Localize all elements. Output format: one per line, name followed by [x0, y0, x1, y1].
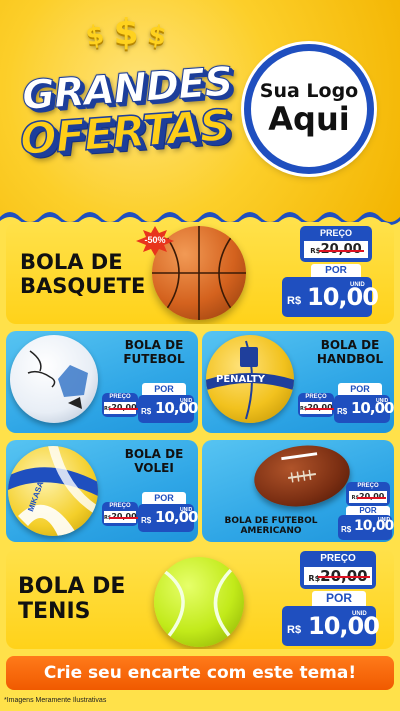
old-price: R$20,00: [304, 567, 372, 585]
product-name-line2: BASQUETE: [20, 274, 146, 299]
por-label: POR: [312, 591, 366, 606]
product-card-american-football[interactable]: PREÇO R$20,00 BOLA DE FUTEBOL AMERICANO …: [202, 440, 394, 542]
currency: R$: [141, 407, 152, 416]
logo-placeholder[interactable]: Sua Logo Aqui: [244, 44, 374, 174]
old-price-box: PREÇO R$20,00: [346, 482, 390, 506]
preco-label: PREÇO: [319, 228, 352, 238]
dollar-signs: $ $ $: [83, 12, 169, 53]
product-name-line2: VOLEI: [134, 460, 174, 475]
dollar-icon: $: [113, 12, 139, 53]
old-price-value: 20,00: [320, 242, 362, 257]
old-price-box: PREÇO R$20,00: [300, 551, 376, 589]
old-price-value: 20,00: [359, 492, 385, 501]
preco-label: PREÇO: [109, 503, 131, 509]
product-card-soccer[interactable]: BOLA DE FUTEBOL POR PREÇO R$20,00 R$ 10,…: [6, 331, 198, 433]
product-name: BOLA DE VOLEI: [114, 447, 194, 476]
por-label: POR: [311, 264, 361, 277]
unit-label: UNID: [378, 517, 391, 523]
old-price-value: 20,00: [111, 512, 137, 521]
handball-image: PENALTY: [206, 335, 294, 423]
price-box: R$ 10,00 UNID: [138, 395, 198, 423]
dollar-icon: $: [145, 19, 169, 53]
old-price-box: PREÇO R$20,00: [298, 393, 334, 417]
currency: R$: [341, 525, 352, 534]
old-price: R$20,00: [104, 511, 137, 523]
price-box: R$ 10,00 UNID: [138, 504, 198, 532]
product-name-line1: BOLA DE: [18, 574, 126, 599]
price-box: R$ 10,00 UNID: [282, 606, 380, 646]
old-price-box: PREÇO R$20,00: [102, 502, 138, 526]
product-name-line2: FUTEBOL: [123, 351, 185, 366]
product-name: BOLA DE TENIS: [18, 574, 125, 625]
product-card-volleyball[interactable]: MIKASA BOLA DE VOLEI POR PREÇO R$20,00 R…: [6, 440, 198, 542]
product-name-line1: BOLA DE: [320, 338, 380, 352]
old-price-box: PREÇO R$20,00: [102, 393, 138, 417]
footnote: *Imagens Meramente Ilustrativas: [4, 697, 107, 704]
unit-label: UNID: [180, 398, 193, 404]
old-price-box: PREÇO R$20,00: [300, 226, 372, 262]
currency: R$: [337, 407, 348, 416]
product-name: BOLA DE HANDBOL: [310, 338, 390, 367]
price-value: 10,00: [308, 612, 380, 640]
old-price: R$20,00: [104, 402, 137, 414]
american-football-image: [250, 440, 354, 513]
old-price: R$20,00: [300, 402, 333, 414]
por-label: POR: [338, 383, 382, 395]
unit-label: UNID: [352, 611, 367, 617]
logo-text-line2: Aqui: [268, 99, 350, 138]
product-name-line1: BOLA DE: [124, 338, 184, 352]
old-price-value: 20,00: [307, 403, 333, 412]
cta-button[interactable]: Crie seu encarte com este tema!: [6, 656, 394, 690]
price-box: R$ 10,00 UNID: [334, 395, 394, 423]
currency: R$: [287, 624, 302, 636]
preco-label: PREÇO: [320, 553, 356, 564]
por-label: POR: [142, 492, 186, 504]
product-name: BOLA DE BASQUETE: [20, 250, 145, 298]
product-card-tennis[interactable]: BOLA DE TENIS PREÇO R$20,00 POR R$ 10,00…: [6, 549, 394, 649]
logo-text-line1: Sua Logo: [259, 79, 359, 102]
product-name-line1: BOLA DE FUTEBOL: [224, 516, 318, 526]
tennis-ball-image: [154, 557, 244, 647]
product-name-line2: TENIS: [18, 599, 91, 625]
unit-label: UNID: [376, 398, 389, 404]
product-name-line1: BOLA DE: [20, 250, 123, 274]
soccer-ball-image: [10, 335, 98, 423]
unit-label: UNID: [180, 507, 193, 513]
product-name-line2: AMERICANO: [240, 526, 302, 537]
old-price-value: 20,00: [111, 403, 137, 412]
product-name: BOLA DE FUTEBOL: [114, 338, 194, 367]
price-box: R$ 10,00 UNID: [338, 515, 394, 540]
por-label: POR: [142, 383, 186, 395]
brand-penalty: PENALTY: [216, 374, 266, 385]
price-value: 10,00: [307, 283, 379, 311]
currency: R$: [287, 295, 302, 307]
preco-label: PREÇO: [305, 394, 327, 400]
product-name: BOLA DE FUTEBOL AMERICANO: [216, 516, 326, 537]
preco-label: PREÇO: [357, 483, 379, 489]
unit-label: UNID: [350, 282, 365, 288]
discount-badge: -50%: [144, 235, 166, 245]
preco-label: PREÇO: [109, 394, 131, 400]
promo-header: $ $ $ GRANDES OFERTAS Sua Logo Aqui: [0, 0, 400, 225]
product-card-handball[interactable]: PENALTY BOLA DE HANDBOL POR PREÇO R$20,0…: [202, 331, 394, 433]
old-currency: R$: [308, 574, 321, 583]
currency: R$: [141, 516, 152, 525]
old-price: R$20,00: [304, 241, 368, 258]
price-box: R$ 10,00 UNID: [282, 277, 379, 317]
volleyball-image: MIKASA: [8, 446, 98, 536]
old-price: R$20,00: [349, 491, 387, 503]
product-card-basketball[interactable]: BOLA DE BASQUETE -50% PREÇO R$20,00 POR …: [6, 222, 394, 324]
old-price-value: 20,00: [320, 567, 368, 585]
product-name-line1: BOLA DE: [124, 447, 184, 461]
product-name-line2: HANDBOL: [316, 351, 384, 366]
dollar-icon: $: [83, 19, 107, 53]
